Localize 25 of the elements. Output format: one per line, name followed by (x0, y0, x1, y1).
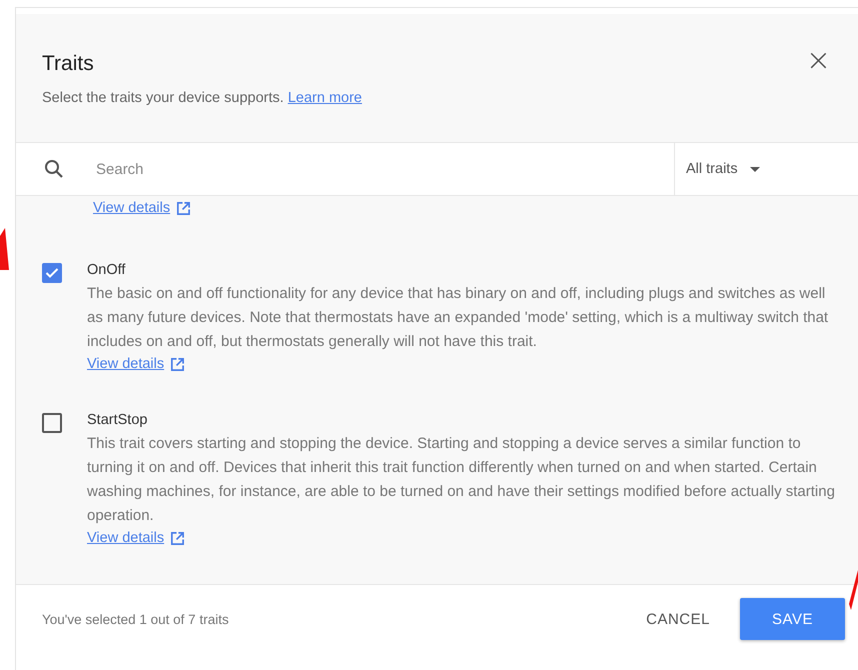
learn-more-link[interactable]: Learn more (288, 90, 362, 106)
save-button[interactable]: SAVE (740, 598, 845, 640)
dialog-subtitle: Select the traits your device supports. (42, 90, 284, 106)
search-icon (44, 159, 64, 179)
trait-checkbox[interactable] (42, 263, 62, 283)
external-link-icon (176, 200, 192, 216)
checkmark-icon (45, 267, 59, 279)
view-details-link[interactable]: View details (87, 528, 164, 548)
search-field[interactable]: Search (94, 160, 674, 178)
annotation-arrow (0, 228, 9, 270)
external-link-icon (170, 530, 186, 546)
trait-name: OnOff (87, 261, 126, 280)
trait-description: The basic on and off functionality for any device that has binary on and off, including plugs and switches as well as many future devices. Note that thermostats have an expanded 'mode' setting, which is a multiway switch that includes on and off, but thermostats generally will not have this trait. (87, 284, 830, 352)
selection-status: You've selected 1 out of 7 traits (42, 612, 229, 626)
trait-checkbox[interactable] (42, 413, 62, 433)
view-details-link[interactable]: View details (93, 200, 170, 216)
external-link-icon (170, 356, 186, 372)
dropdown-caret-icon (750, 166, 760, 172)
annotation-arrow (849, 570, 858, 610)
dialog-title: Traits (42, 51, 95, 77)
trait-name: StartStop (87, 411, 148, 430)
cancel-button[interactable]: CANCEL (646, 602, 710, 636)
view-details-link[interactable]: View details (87, 354, 164, 374)
close-button[interactable]: × (806, 50, 831, 72)
trait-description: This trait covers starting and stopping the device. Starting and stopping a device serves a similar function to turning it on and off. Devices that inherit this trait function differently when turned on and when started. Certain washing machines, for instance, are able to be turned on and have their settings modified before actually starting operation. (87, 434, 836, 526)
